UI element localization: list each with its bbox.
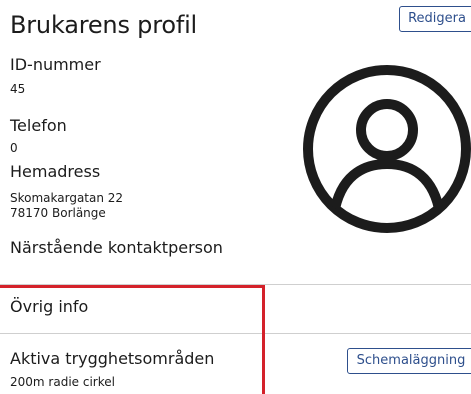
other-info-label: Övrig info xyxy=(10,297,89,316)
id-value: 45 xyxy=(10,82,26,96)
address-line-1: Skomakargatan 22 xyxy=(10,191,124,205)
address-label: Hemadress xyxy=(10,162,101,181)
page-title: Brukarens profil xyxy=(10,11,198,39)
address-line-2: 78170 Borlänge xyxy=(10,206,106,220)
schedule-button[interactable]: Schemaläggning xyxy=(347,348,471,374)
user-avatar-icon xyxy=(303,65,471,233)
relative-contact-label: Närstående kontaktperson xyxy=(10,238,223,257)
id-label: ID-nummer xyxy=(10,55,101,74)
divider xyxy=(0,333,471,334)
safety-zones-label: Aktiva trygghetsområden xyxy=(10,349,215,368)
highlight-frame-top xyxy=(0,285,265,288)
phone-value: 0 xyxy=(10,141,18,155)
phone-label: Telefon xyxy=(10,116,67,135)
edit-button[interactable]: Redigera xyxy=(399,6,471,32)
safety-zones-value: 200m radie cirkel xyxy=(10,375,115,389)
highlight-frame-right xyxy=(262,285,265,394)
